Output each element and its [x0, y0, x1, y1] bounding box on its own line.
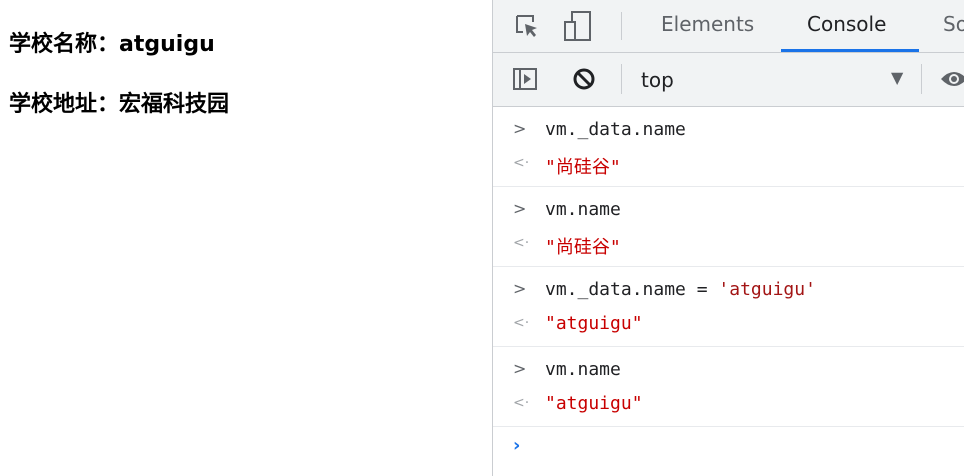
tab-console[interactable]: Console [807, 12, 886, 36]
console-input-string: 'atguigu' [718, 279, 816, 300]
result-chevron-icon: <· [513, 315, 530, 331]
inspect-element-icon[interactable] [513, 12, 541, 40]
console-entry: > vm.name <· "尚硅谷" [493, 187, 964, 267]
page-content: 学校名称：atguigu 学校地址：宏福科技园 [0, 0, 492, 476]
input-chevron-icon: > [513, 279, 527, 298]
result-chevron-icon: <· [513, 235, 530, 251]
console-result-line: <· "尚硅谷" [493, 231, 964, 261]
console-entry: > vm._data.name <· "尚硅谷" [493, 107, 964, 187]
console-log: > vm._data.name <· "尚硅谷" > vm.name <· "尚… [493, 107, 964, 467]
school-name-label: 学校名称： [9, 32, 120, 57]
live-expression-eye-icon[interactable] [939, 66, 964, 92]
console-input-line: > vm._data.name [493, 117, 964, 147]
console-input-line: > vm.name [493, 357, 964, 387]
active-tab-indicator [781, 49, 919, 52]
result-chevron-icon: <· [513, 155, 530, 171]
console-input-target: vm._data.name [545, 279, 686, 300]
devtools-panel: Elements Console So top ▼ [492, 0, 964, 476]
filterbar-separator [621, 64, 622, 94]
console-prompt-row[interactable]: › [493, 427, 964, 467]
console-input-line: > vm._data.name = 'atguigu' [493, 277, 964, 307]
console-entry: > vm.name <· "atguigu" [493, 347, 964, 427]
school-address-label: 学校地址： [9, 92, 120, 117]
console-sidebar-icon[interactable] [511, 66, 539, 92]
console-input-text[interactable]: vm._data.name [545, 119, 686, 140]
input-chevron-icon: > [513, 119, 527, 138]
device-toolbar-icon[interactable] [563, 10, 593, 42]
tab-sources[interactable]: So [943, 12, 964, 36]
console-result-text[interactable]: "尚硅谷" [545, 233, 621, 259]
input-chevron-icon: > [513, 359, 527, 378]
result-chevron-icon: <· [513, 395, 530, 411]
console-entry: > vm._data.name = 'atguigu' <· "atguigu" [493, 267, 964, 347]
console-input-text[interactable]: vm.name [545, 359, 621, 380]
context-dropdown-icon[interactable]: ▼ [891, 68, 903, 87]
school-address-value: 宏福科技园 [119, 92, 230, 117]
devtools-tab-bar: Elements Console So [493, 0, 964, 53]
input-chevron-icon: > [513, 199, 527, 218]
context-selector[interactable]: top [641, 68, 674, 92]
tab-elements[interactable]: Elements [661, 12, 754, 36]
console-input-text[interactable]: vm.name [545, 199, 621, 220]
console-result-line: <· "尚硅谷" [493, 151, 964, 181]
console-result-line: <· "atguigu" [493, 391, 964, 421]
console-input-line: > vm.name [493, 197, 964, 227]
console-result-text[interactable]: "atguigu" [545, 393, 643, 414]
console-result-text[interactable]: "尚硅谷" [545, 153, 621, 179]
console-input-operator: = [685, 279, 719, 300]
filterbar-separator-2 [921, 64, 922, 94]
console-result-line: <· "atguigu" [493, 311, 964, 341]
clear-console-icon[interactable] [571, 66, 597, 92]
console-result-text[interactable]: "atguigu" [545, 313, 643, 334]
toolbar-separator [621, 12, 622, 40]
school-name-value: atguigu [119, 32, 215, 57]
school-name-line: 学校名称：atguigu [9, 26, 215, 58]
console-prompt-icon: › [513, 435, 521, 456]
console-input-expression[interactable]: vm._data.name = 'atguigu' [545, 279, 816, 300]
